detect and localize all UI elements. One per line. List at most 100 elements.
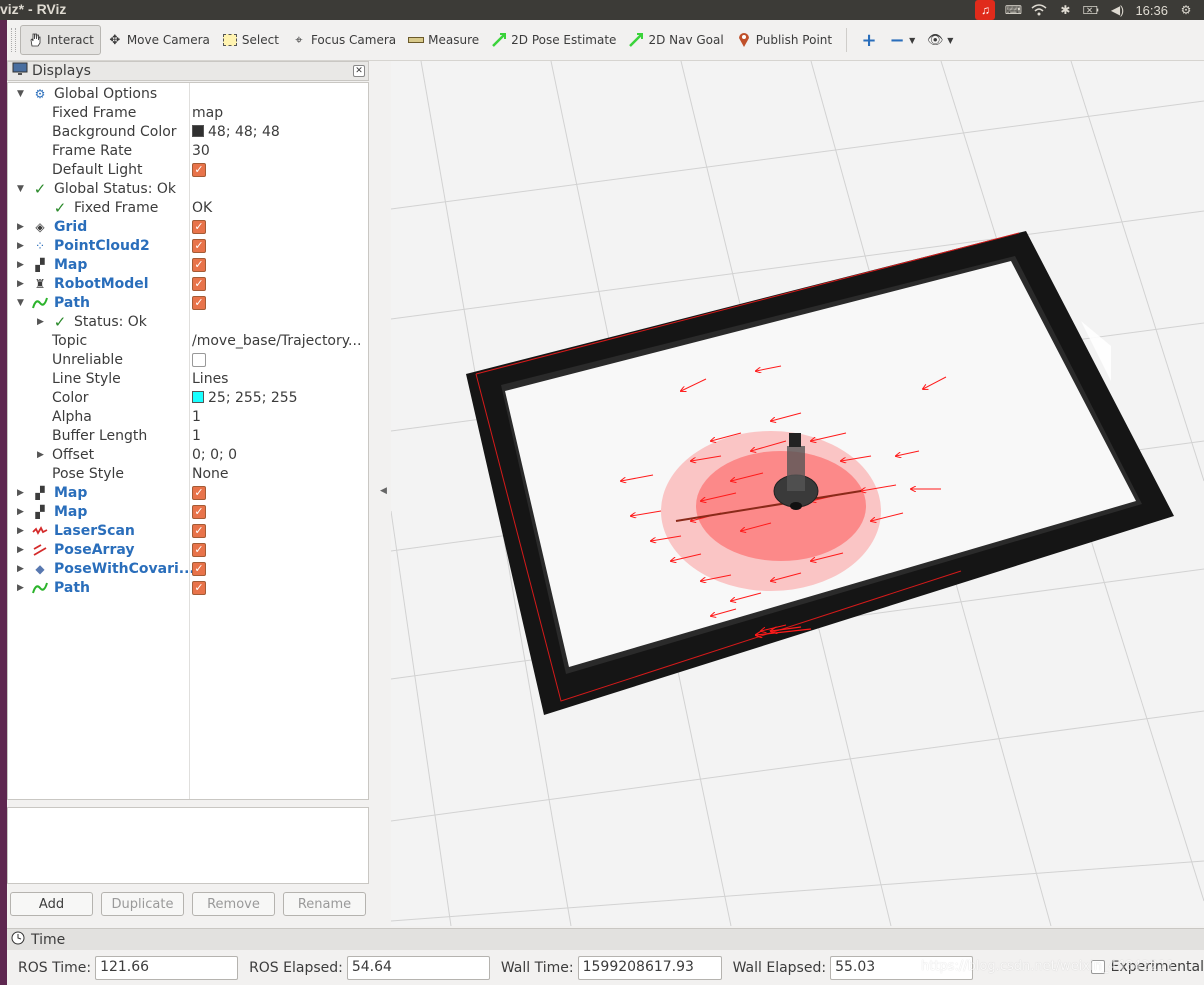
tree-row-posewithcovariance[interactable]: ▶ ◆ PoseWithCovari... ✓ <box>8 559 368 578</box>
tree-row-background-color[interactable]: Background Color 48; 48; 48 <box>8 122 368 141</box>
tree-row-robotmodel[interactable]: ▶ ♜ RobotModel ✓ <box>8 274 368 293</box>
row-value[interactable]: None <box>192 466 367 482</box>
duplicate-button[interactable]: Duplicate <box>101 892 184 916</box>
power-icon[interactable]: ⚙ <box>1178 3 1194 17</box>
add-tool-button[interactable]: + <box>855 25 883 55</box>
wifi-icon[interactable] <box>1031 3 1047 17</box>
remove-button[interactable]: Remove <box>192 892 275 916</box>
checkbox[interactable]: ✓ <box>192 504 206 519</box>
tree-row-unreliable[interactable]: Unreliable <box>8 350 368 369</box>
checkbox[interactable]: ✓ <box>192 542 206 557</box>
tree-row-path-status[interactable]: ▶ ✓ Status: Ok <box>8 312 368 331</box>
move-camera-tool[interactable]: ✥ Move Camera <box>101 25 216 55</box>
panel-splitter[interactable]: ◀ <box>369 61 391 926</box>
netease-music-icon[interactable]: ♫ <box>975 0 996 20</box>
clock[interactable]: 16:36 <box>1135 3 1168 18</box>
checkbox[interactable]: ✓ <box>192 162 206 177</box>
checkbox[interactable]: ✓ <box>192 295 206 310</box>
collapse-arrow-icon[interactable]: ▶ <box>17 526 27 536</box>
tree-row-frame-rate[interactable]: Frame Rate 30 <box>8 141 368 160</box>
collapse-arrow-icon[interactable]: ▶ <box>37 450 47 460</box>
row-value[interactable]: 48; 48; 48 <box>192 124 367 140</box>
tree-row-map[interactable]: ▶ ▞ Map ✓ <box>8 255 368 274</box>
tree-row-map-2[interactable]: ▶ ▞ Map ✓ <box>8 483 368 502</box>
collapse-arrow-icon[interactable]: ▶ <box>17 260 27 270</box>
collapse-arrow-icon[interactable]: ▶ <box>17 222 27 232</box>
tree-row-color[interactable]: Color 25; 255; 255 <box>8 388 368 407</box>
render-3d-view[interactable] <box>391 61 1204 926</box>
keyboard-icon[interactable]: ⌨ <box>1005 3 1022 17</box>
collapse-left-icon[interactable]: ◀ <box>380 486 387 496</box>
pose-estimate-tool[interactable]: 2D Pose Estimate <box>485 25 622 55</box>
tree-row-default-light[interactable]: Default Light ✓ <box>8 160 368 179</box>
checkbox[interactable]: ✓ <box>192 561 206 576</box>
row-value[interactable]: 0; 0; 0 <box>192 447 367 463</box>
panels-button[interactable]: 👁 ▼ <box>921 25 959 55</box>
row-value[interactable]: Lines <box>192 371 367 387</box>
tree-row-pointcloud2[interactable]: ▶ ⁘ PointCloud2 ✓ <box>8 236 368 255</box>
row-value[interactable]: 30 <box>192 143 367 159</box>
tree-row-map-3[interactable]: ▶ ▞ Map ✓ <box>8 502 368 521</box>
tree-row-offset[interactable]: ▶ Offset 0; 0; 0 <box>8 445 368 464</box>
ros-time-field[interactable]: 121.66 <box>95 956 239 980</box>
tree-row-fixed-frame[interactable]: Fixed Frame map <box>8 103 368 122</box>
tree-row-topic[interactable]: Topic /move_base/Trajectory... <box>8 331 368 350</box>
row-value[interactable]: 1 <box>192 428 367 444</box>
publish-point-tool[interactable]: Publish Point <box>730 25 838 55</box>
collapse-arrow-icon[interactable]: ▶ <box>17 279 27 289</box>
checkbox[interactable] <box>192 352 206 367</box>
checkbox[interactable]: ✓ <box>192 485 206 500</box>
interact-tool[interactable]: Interact <box>20 25 101 55</box>
row-value[interactable]: 1 <box>192 409 367 425</box>
measure-tool[interactable]: Measure <box>402 25 485 55</box>
row-value[interactable]: map <box>192 105 367 121</box>
row-value[interactable]: /move_base/Trajectory... <box>192 333 367 349</box>
collapse-arrow-icon[interactable]: ▶ <box>37 317 47 327</box>
collapse-arrow-icon[interactable]: ▶ <box>17 545 27 555</box>
displays-buttons: Add Duplicate Remove Rename <box>7 892 369 918</box>
expand-arrow-icon[interactable]: ▼ <box>17 184 27 194</box>
tree-row-alpha[interactable]: Alpha 1 <box>8 407 368 426</box>
system-tray: ♫ ⌨ ✱ ◀) 16:36 ⚙ <box>975 0 1204 20</box>
tree-row-global-options[interactable]: ▼ ⚙ Global Options <box>8 84 368 103</box>
focus-camera-tool[interactable]: ⌖ Focus Camera <box>285 25 402 55</box>
collapse-arrow-icon[interactable]: ▶ <box>17 564 27 574</box>
collapse-arrow-icon[interactable]: ▶ <box>17 241 27 251</box>
collapse-arrow-icon[interactable]: ▶ <box>17 583 27 593</box>
row-label: PointCloud2 <box>54 237 150 254</box>
tree-row-pose-style[interactable]: Pose Style None <box>8 464 368 483</box>
checkbox[interactable]: ✓ <box>192 580 206 595</box>
toolbar-grip[interactable] <box>11 28 16 52</box>
close-icon[interactable]: ✕ <box>353 65 365 77</box>
tree-row-path[interactable]: ▼ Path ✓ <box>8 293 368 312</box>
battery-icon[interactable] <box>1083 3 1099 17</box>
checkbox[interactable]: ✓ <box>192 276 206 291</box>
tree-row-line-style[interactable]: Line Style Lines <box>8 369 368 388</box>
tree-row-buffer-length[interactable]: Buffer Length 1 <box>8 426 368 445</box>
checkbox[interactable]: ✓ <box>192 238 206 253</box>
tree-row-posearray[interactable]: ▶ PoseArray ✓ <box>8 540 368 559</box>
bluetooth-icon[interactable]: ✱ <box>1057 3 1073 17</box>
wall-time-field[interactable]: 1599208617.93 <box>577 956 722 980</box>
rename-button[interactable]: Rename <box>283 892 366 916</box>
tree-row-laserscan[interactable]: ▶ LaserScan ✓ <box>8 521 368 540</box>
tree-row-global-status[interactable]: ▼ ✓ Global Status: Ok <box>8 179 368 198</box>
tree-row-path-2[interactable]: ▶ Path ✓ <box>8 578 368 597</box>
tree-row-status-fixed-frame[interactable]: ✓ Fixed Frame OK <box>8 198 368 217</box>
nav-goal-tool[interactable]: 2D Nav Goal <box>622 25 729 55</box>
remove-tool-button[interactable]: − ▼ <box>883 25 921 55</box>
expand-arrow-icon[interactable]: ▼ <box>17 89 27 99</box>
tree-row-grid[interactable]: ▶ ◈ Grid ✓ <box>8 217 368 236</box>
collapse-arrow-icon[interactable]: ▶ <box>17 507 27 517</box>
ros-elapsed-field[interactable]: 54.64 <box>346 956 490 980</box>
scene-canvas[interactable] <box>391 61 1204 926</box>
checkbox[interactable]: ✓ <box>192 257 206 272</box>
checkbox[interactable]: ✓ <box>192 219 206 234</box>
checkbox[interactable]: ✓ <box>192 523 206 538</box>
expand-arrow-icon[interactable]: ▼ <box>17 298 27 308</box>
collapse-arrow-icon[interactable]: ▶ <box>17 488 27 498</box>
row-value[interactable]: 25; 255; 255 <box>192 390 367 406</box>
add-button[interactable]: Add <box>10 892 93 916</box>
select-tool[interactable]: Select <box>216 25 285 55</box>
volume-icon[interactable]: ◀) <box>1109 3 1125 17</box>
